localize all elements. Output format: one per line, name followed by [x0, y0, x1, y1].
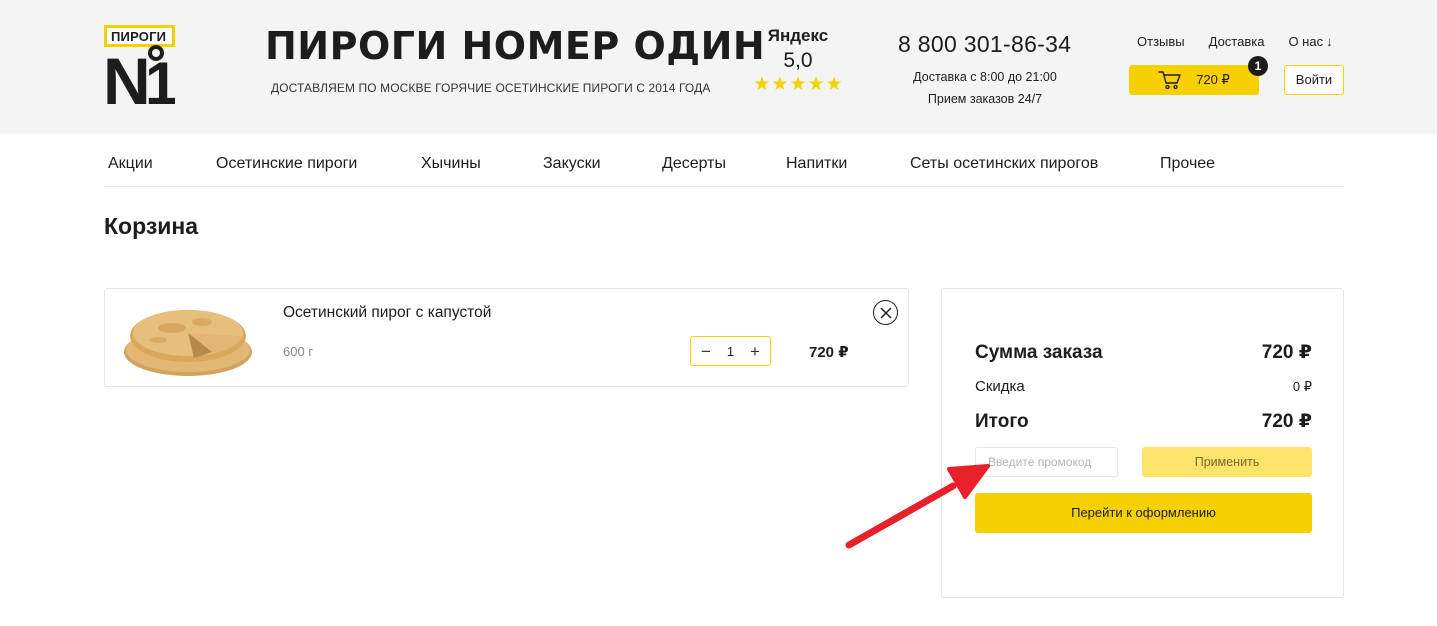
order-summary: Сумма заказа 720 ₽ Скидка 0 ₽ Итого 720 …: [941, 288, 1344, 598]
delivery-hours: Доставка с 8:00 до 21:00: [913, 70, 1057, 84]
phone-number[interactable]: 8 800 301-86-34: [898, 31, 1071, 58]
cart-icon: [1158, 71, 1181, 90]
category-nav: Акции Осетинские пироги Хычины Закуски Д…: [104, 134, 1344, 187]
nav-item-khychiny[interactable]: Хычины: [421, 155, 481, 173]
brand-subtitle: ДОСТАВЛЯЕМ ПО МОСКВЕ ГОРЯЧИЕ ОСЕТИНСКИЕ …: [271, 81, 711, 95]
rating-value: 5,0: [783, 49, 813, 72]
total-value: 720 ₽: [1261, 411, 1312, 432]
login-button[interactable]: Войти: [1284, 65, 1344, 95]
apply-promo-button[interactable]: Применить: [1142, 447, 1312, 477]
yandex-rating[interactable]: Яндекс 5,0 ★ ★ ★ ★ ★: [752, 26, 844, 94]
svg-text:N: N: [104, 44, 147, 105]
close-icon: [880, 307, 891, 318]
nav-item-snacks[interactable]: Закуски: [543, 155, 601, 173]
link-delivery[interactable]: Доставка: [1209, 34, 1265, 49]
product-name[interactable]: Осетинский пирог с капустой: [283, 304, 491, 322]
product-weight: 600 г: [283, 344, 314, 359]
nav-item-other[interactable]: Прочее: [1160, 155, 1215, 173]
brand-title[interactable]: ПИРОГИ НОМЕР ОДИН: [265, 24, 765, 68]
increase-button[interactable]: +: [750, 343, 760, 360]
nav-item-ossetian-pies[interactable]: Осетинские пироги: [216, 155, 357, 173]
star-icon: ★: [753, 74, 771, 95]
nav-item-desserts[interactable]: Десерты: [662, 155, 726, 173]
working-hours: Доставка с 8:00 до 21:00 Прием заказов 2…: [880, 66, 1090, 110]
product-image[interactable]: [122, 300, 254, 378]
checkout-button[interactable]: Перейти к оформлению: [975, 493, 1312, 533]
rating-source: Яндекс: [767, 26, 829, 45]
promo-code-input[interactable]: [975, 447, 1118, 477]
link-about-label: О нас: [1288, 34, 1324, 49]
decrease-button[interactable]: −: [701, 343, 711, 360]
logo-number-mark: N 1: [104, 44, 175, 105]
order-hours: Прием заказов 24/7: [927, 92, 1043, 106]
link-about[interactable]: О нас ↓: [1288, 34, 1332, 49]
page-title: Корзина: [104, 213, 199, 239]
cart-count-badge: 1: [1248, 56, 1268, 76]
link-reviews[interactable]: Отзывы: [1137, 34, 1185, 49]
subtotal-row: Сумма заказа 720 ₽: [975, 341, 1312, 364]
quantity-value: 1: [726, 343, 735, 359]
star-icon: ★: [789, 74, 807, 95]
cart-item: Осетинский пирог с капустой 600 г − 1 + …: [104, 288, 909, 387]
nav-item-promotions[interactable]: Акции: [108, 155, 153, 173]
arrow-down-icon: ↓: [1326, 34, 1333, 49]
quantity-stepper: − 1 +: [690, 336, 771, 366]
total-label: Итого: [975, 411, 1029, 432]
discount-label: Скидка: [975, 378, 1025, 395]
nav-item-drinks[interactable]: Напитки: [786, 155, 847, 173]
svg-text:1: 1: [145, 50, 175, 105]
total-row: Итого 720 ₽: [975, 410, 1312, 433]
star-icon: ★: [807, 74, 825, 95]
site-logo[interactable]: ПИРОГИ N 1: [104, 25, 175, 105]
subtotal-label: Сумма заказа: [975, 342, 1103, 363]
remove-item-button[interactable]: [873, 300, 898, 325]
cart-total: 720 ₽: [1196, 72, 1230, 87]
site-header: ПИРОГИ N 1 ПИРОГИ НОМЕР ОДИН ДОСТАВЛЯЕМ …: [0, 0, 1437, 134]
star-icon: ★: [825, 74, 843, 95]
nav-item-pie-sets[interactable]: Сеты осетинских пирогов: [910, 155, 1098, 173]
subtotal-value: 720 ₽: [1261, 342, 1312, 363]
top-links: Отзывы Доставка О нас ↓: [1137, 34, 1333, 49]
discount-row: Скидка 0 ₽: [975, 378, 1312, 395]
item-price: 720 ₽: [809, 344, 849, 361]
discount-value: 0 ₽: [1292, 379, 1312, 394]
cart-button[interactable]: 720 ₽: [1129, 65, 1259, 95]
rating-stars: ★ ★ ★ ★ ★: [752, 75, 844, 94]
star-icon: ★: [771, 74, 789, 95]
